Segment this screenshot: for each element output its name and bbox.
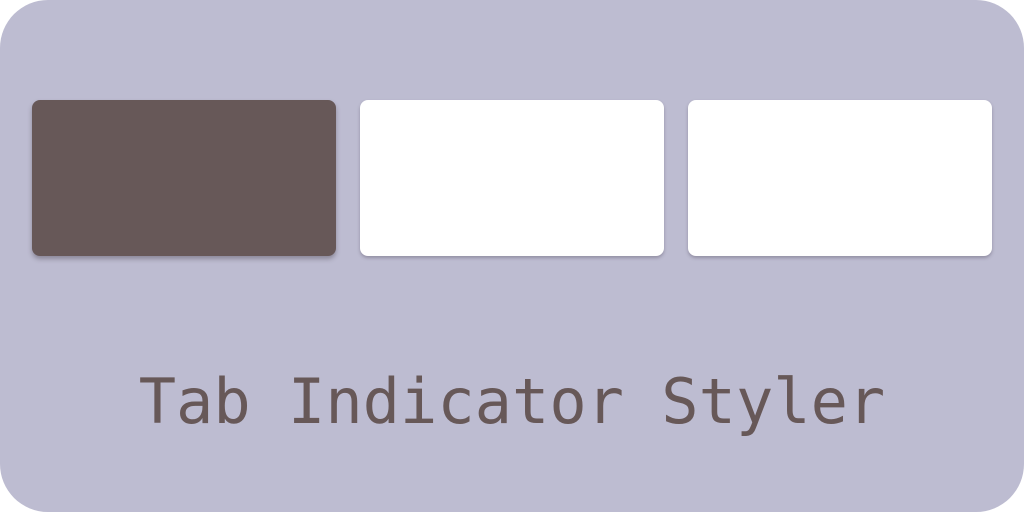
tab-2[interactable] bbox=[360, 100, 664, 256]
app-title: Tab Indicator Styler bbox=[138, 365, 886, 438]
app-card: Tab Indicator Styler bbox=[0, 0, 1024, 512]
tab-3[interactable] bbox=[688, 100, 992, 256]
tab-indicator-row bbox=[32, 100, 992, 256]
tab-1-selected[interactable] bbox=[32, 100, 336, 256]
